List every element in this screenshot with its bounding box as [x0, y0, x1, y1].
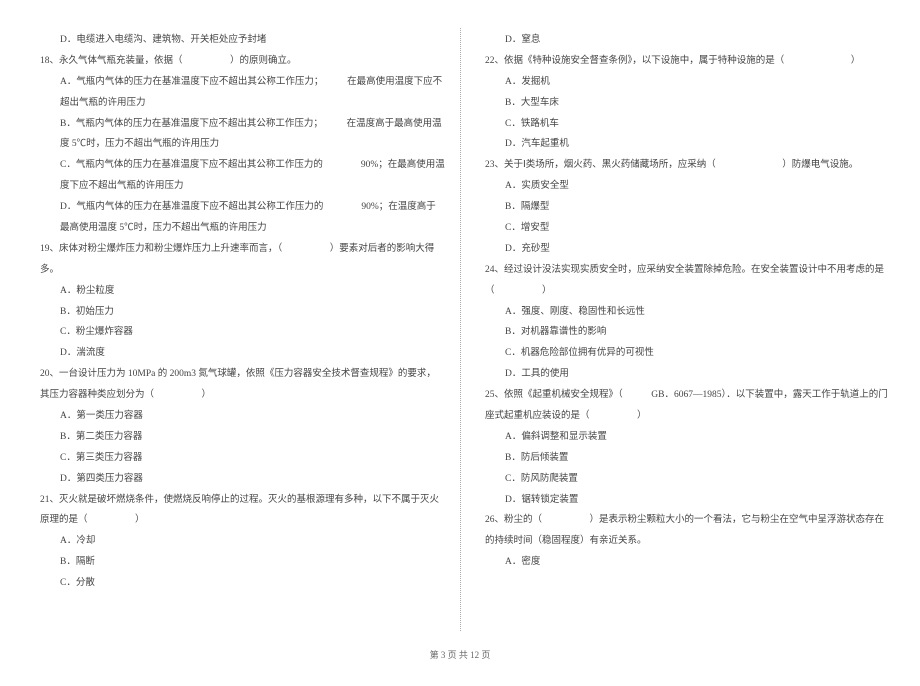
document-page: D．电缆进入电缆沟、建筑物、开关柜处应予封堵 18、永久气体气瓶充装量，依据（ … [0, 0, 920, 686]
question-text: 23、关于Ⅰ类场所，烟火药、黑火药储藏场所，应采纳（ ）防爆电气设施。 [475, 155, 890, 176]
question-text: 22、依据《特种设施安全督查条例》，以下设施中，属于特种设施的是（ ） [475, 51, 890, 72]
question-text: 18、永久气体气瓶充装量，依据（ ）的原则确立。 [30, 51, 445, 72]
option-text: D．锯转锁定装置 [475, 490, 890, 511]
column-divider [460, 28, 461, 631]
option-text: B．大型车床 [475, 93, 890, 114]
option-text: C．铁路机车 [475, 114, 890, 135]
option-text: D．充砂型 [475, 239, 890, 260]
option-text: A．冷却 [30, 531, 445, 552]
option-text: C．增安型 [475, 218, 890, 239]
option-text: A．粉尘粒度 [30, 281, 445, 302]
option-text: C．机器危险部位拥有优异的可视性 [475, 343, 890, 364]
question-text: 26、粉尘的（ ）是表示粉尘颗粒大小的一个看法，它与粉尘在空气中呈浮游状态存在的… [475, 510, 890, 552]
left-column: D．电缆进入电缆沟、建筑物、开关柜处应予封堵 18、永久气体气瓶充装量，依据（ … [30, 30, 445, 640]
option-text: D．工具的使用 [475, 364, 890, 385]
option-text: D．汽车起重机 [475, 134, 890, 155]
option-text: D．电缆进入电缆沟、建筑物、开关柜处应予封堵 [30, 30, 445, 51]
option-text: A．第一类压力容器 [30, 406, 445, 427]
option-text: B．防后倾装置 [475, 448, 890, 469]
option-text: B．初始压力 [30, 302, 445, 323]
option-text: A．强度、刚度、稳固性和长远性 [475, 302, 890, 323]
option-text: A．偏斜调整和显示装置 [475, 427, 890, 448]
option-text: C．第三类压力容器 [30, 448, 445, 469]
option-text: B．对机器靠谱性的影响 [475, 322, 890, 343]
option-text: A．气瓶内气体的压力在基准温度下应不超出其公称工作压力； 在最高使用温度下应不超… [30, 72, 445, 114]
option-text: C．粉尘爆炸容器 [30, 322, 445, 343]
option-text: C．气瓶内气体的压力在基准温度下应不超出其公称工作压力的 90%；在最高使用温度… [30, 155, 445, 197]
option-text: B．隔爆型 [475, 197, 890, 218]
option-text: B．隔断 [30, 552, 445, 573]
option-text: B．第二类压力容器 [30, 427, 445, 448]
option-text: D．窒息 [475, 30, 890, 51]
option-text: A．密度 [475, 552, 890, 573]
question-text: 19、床体对粉尘爆炸压力和粉尘爆炸压力上升速率而言，（ ）要素对后者的影响大得多… [30, 239, 445, 281]
option-text: D．第四类压力容器 [30, 469, 445, 490]
question-text: 21、灭火就是破坏燃烧条件，使燃烧反响停止的过程。灭火的基根源理有多种，以下不属… [30, 490, 445, 532]
right-column: D．窒息 22、依据《特种设施安全督查条例》，以下设施中，属于特种设施的是（ ）… [475, 30, 890, 640]
question-text: 24、经过设计没法实现实质安全时，应采纳安全装置除掉危险。在安全装置设计中不用考… [475, 260, 890, 302]
option-text: A．发掘机 [475, 72, 890, 93]
option-text: D．气瓶内气体的压力在基准温度下应不超出其公称工作压力的 90%；在温度高于最高… [30, 197, 445, 239]
option-text: D．湍流度 [30, 343, 445, 364]
option-text: C．防风防爬装置 [475, 469, 890, 490]
option-text: B．气瓶内气体的压力在基准温度下应不超出其公称工作压力； 在温度高于最高使用温度… [30, 114, 445, 156]
question-text: 20、一台设计压力为 10MPa 的 200m3 氮气球罐，依照《压力容器安全技… [30, 364, 445, 406]
option-text: C．分散 [30, 573, 445, 594]
question-text: 25、依照《起重机械安全规程》（ GB．6067—1985）．以下装置中，露天工… [475, 385, 890, 427]
page-footer: 第 3 页 共 12 页 [30, 648, 890, 661]
option-text: A．实质安全型 [475, 176, 890, 197]
